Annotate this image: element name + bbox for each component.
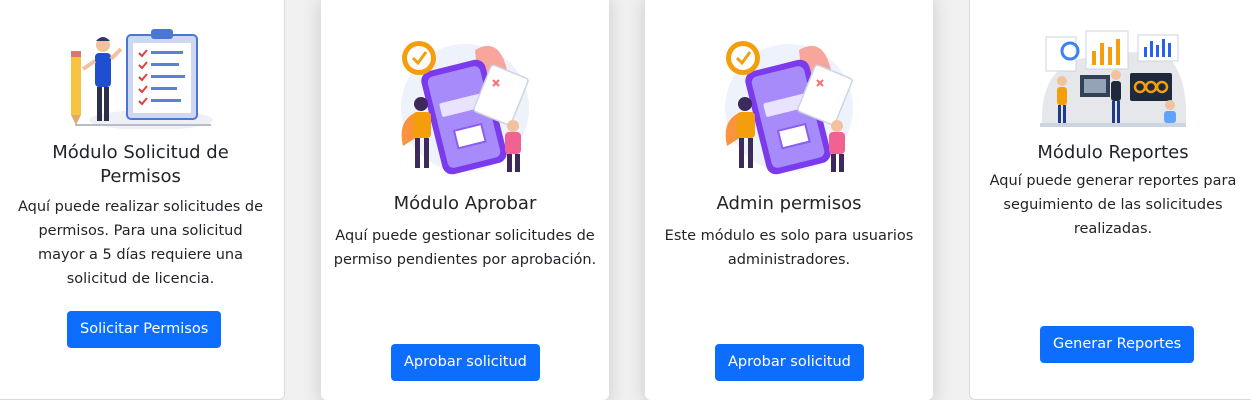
card-title: Módulo Solicitud de Permisos <box>52 142 229 187</box>
clipboard-checklist-icon <box>70 29 213 129</box>
card-description: Este módulo es solo para usuarios admini… <box>664 228 914 268</box>
aprobar-solicitud-button[interactable]: Aprobar solicitud <box>391 344 540 381</box>
modules-grid: Módulo Solicitud de Permisos Aquí puede … <box>0 0 1251 400</box>
phone-approval-icon <box>725 41 853 175</box>
card-description: Aquí puede generar reportes para seguimi… <box>989 173 1237 237</box>
card-title: Admin permisos <box>716 193 862 214</box>
card-solicitud-permisos: Módulo Solicitud de Permisos Aquí puede … <box>0 0 285 400</box>
generar-reportes-button[interactable]: Generar Reportes <box>1040 326 1195 363</box>
admin-aprobar-solicitud-button[interactable]: Aprobar solicitud <box>715 344 864 381</box>
card-aprobar: Módulo Aprobar Aquí puede gestionar soli… <box>321 0 609 400</box>
card-title: Módulo Reportes <box>1037 142 1189 163</box>
phone-approval-icon <box>401 41 529 175</box>
card-description: Aquí puede realizar solicitudes de permi… <box>17 199 264 287</box>
dashboard-team-icon <box>1040 30 1186 127</box>
card-title: Módulo Aprobar <box>393 193 537 214</box>
solicitar-permisos-button[interactable]: Solicitar Permisos <box>67 311 222 348</box>
card-reportes: Módulo Reportes Aquí puede generar repor… <box>969 0 1251 400</box>
card-description: Aquí puede gestionar solicitudes de perm… <box>333 228 597 268</box>
card-admin-permisos: Admin permisos Este módulo es solo para … <box>645 0 933 400</box>
